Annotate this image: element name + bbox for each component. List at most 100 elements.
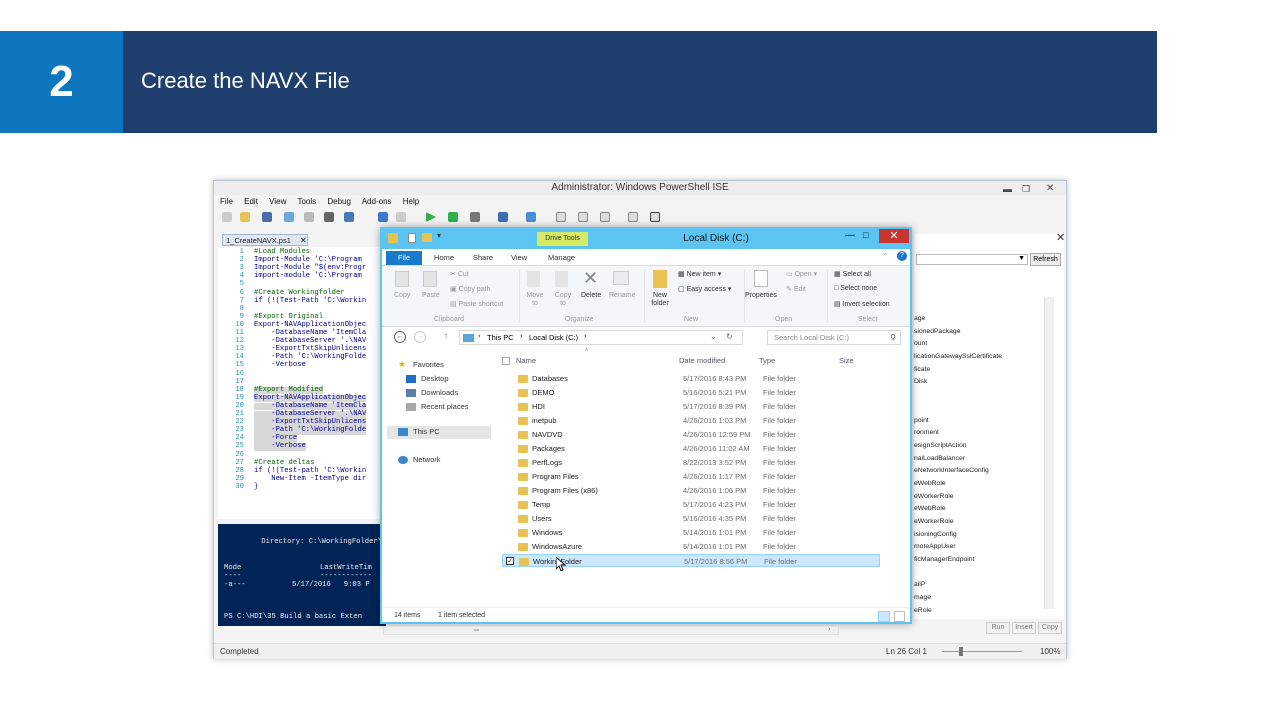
paste-button[interactable]: Paste [422,292,440,299]
file-row[interactable]: inetpub 4/26/2016 1:03 PM File folder [502,414,880,427]
console-icon[interactable] [526,212,536,222]
address-bar[interactable]: › This PC › Local Disk (C:) › ⌄ ↻ [459,330,743,345]
file-row[interactable]: Windows 5/14/2016 1:01 PM File folder [502,526,880,539]
tab-manage[interactable]: Manage [548,253,575,262]
column-type[interactable]: Type [759,356,775,365]
tab-view[interactable]: View [511,253,527,262]
commands-scrollbar[interactable] [1044,297,1054,609]
command-item[interactable]: esignScriptAction [914,440,1002,453]
horizontal-scrollbar[interactable]: ═ › [383,626,839,635]
copy-button[interactable]: Copy [1038,622,1062,634]
column-size[interactable]: Size [839,356,854,365]
up-icon[interactable]: ↑ [444,331,448,340]
script-tab[interactable]: 1_CreateNAVX.ps1 ✕ [222,234,308,246]
large-icons-view-icon[interactable] [894,611,905,622]
copy-icon[interactable] [304,212,314,222]
nav-downloads[interactable]: Downloads [421,388,458,397]
collapse-ribbon-icon[interactable]: ⌃ [882,252,889,261]
easy-access-button[interactable]: ▢ Easy access ▾ [678,285,731,293]
copy-to-button[interactable]: Copy to [551,292,575,308]
command-item[interactable]: sionedPackage [914,326,1002,339]
console-pane[interactable]: Directory: C:\WorkingFolder\ Mode LastWr… [218,524,386,626]
forward-icon[interactable]: → [414,331,426,343]
command-item[interactable] [914,389,1002,402]
script-editor[interactable]: 1 #Load Modules 2 Import-Module 'C:\Program… [218,247,386,519]
command-item[interactable]: eWebRole [914,478,1002,491]
command-item[interactable]: eWorkerRole [914,516,1002,529]
file-row[interactable]: Users 5/16/2016 4:35 PM File folder [502,512,880,525]
file-row[interactable]: Program Files (x86) 4/26/2016 1:06 PM File… [502,484,880,497]
command-item[interactable]: ficManagerEndpoint [914,554,1002,567]
cut-icon[interactable] [284,212,294,222]
command-item[interactable]: Disk [914,376,1002,389]
address-dropdown-icon[interactable]: ⌄ [710,332,717,341]
file-row[interactable]: Program Files 4/26/2016 1:17 PM File folde… [502,470,880,483]
ise-minimize-button[interactable]: ▬ [1003,182,1012,196]
cut-button[interactable]: ✂ Cut [450,270,469,278]
menu-addons[interactable]: Add-ons [362,197,392,206]
save-icon[interactable] [262,212,272,222]
menu-tools[interactable]: Tools [297,197,316,206]
layout-max-icon[interactable] [600,212,610,222]
command-item[interactable]: ronment [914,427,1002,440]
command-item[interactable] [914,402,1002,415]
menu-debug[interactable]: Debug [327,197,351,206]
file-row[interactable]: HDI 5/17/2016 8:39 PM File folder [502,400,880,413]
nav-desktop[interactable]: Desktop [421,374,449,383]
module-select[interactable]: ▼ [916,254,1028,265]
menu-edit[interactable]: Edit [244,197,258,206]
delete-button[interactable]: Delete [581,292,601,299]
file-row[interactable]: DEMO 5/16/2016 5:21 PM File folder [502,386,880,399]
tab-file[interactable]: File [386,251,422,265]
layout-top-icon[interactable] [556,212,566,222]
close-tab-icon[interactable]: ✕ [300,235,307,246]
command-item[interactable]: ailP [914,579,1002,592]
explorer-maximize-button[interactable]: □ [863,230,868,240]
nav-favorites[interactable]: Favorites [413,360,444,369]
column-date-modified[interactable]: Date modified [679,356,725,365]
file-row[interactable]: Databases 5/17/2016 8:43 PM File folder [502,372,880,385]
breadcrumb-this-pc[interactable]: This PC [487,333,514,342]
copy-path-button[interactable]: ▣ Copy path [450,285,490,293]
search-input[interactable]: Search Local Disk (C:) ⚲ [767,330,901,345]
nav-network[interactable]: Network [413,455,441,464]
refresh-button[interactable]: Refresh [1030,253,1061,266]
command-item[interactable]: licationGatewaySslCertificate [914,351,1002,364]
menu-help[interactable]: Help [403,197,419,206]
commands-pane-icon[interactable] [650,212,660,222]
command-item[interactable]: age [914,313,1002,326]
properties-button[interactable]: Properties [745,292,777,299]
select-all-checkbox[interactable] [502,357,510,365]
row-checkbox[interactable]: ✓ [506,557,514,565]
file-row[interactable]: Temp 5/17/2016 4:23 PM File folder [502,498,880,511]
command-item[interactable]: eWebRole [914,503,1002,516]
file-row[interactable]: PerfLogs 8/22/2013 3:52 PM File folder [502,456,880,469]
command-item[interactable]: mage [914,592,1002,605]
remote-icon[interactable] [498,212,508,222]
command-item[interactable]: isioningConfig [914,529,1002,542]
run-icon[interactable] [426,212,436,222]
move-to-button[interactable]: Move to [523,292,547,308]
command-item[interactable]: eRole [914,605,1002,618]
run-script-icon-alt[interactable] [344,212,354,222]
invert-selection-button[interactable]: ▤ Invert selection [834,300,890,308]
command-item[interactable]: eWorkerRole [914,491,1002,504]
tab-home[interactable]: Home [434,253,454,262]
refresh-icon[interactable]: ↻ [726,332,733,341]
command-item[interactable]: eNetworkInterfaceConfig [914,465,1002,478]
undo-icon[interactable] [378,212,388,222]
scroll-right-icon[interactable]: › [828,626,830,633]
explorer-minimize-button[interactable]: — [845,230,855,241]
open-button[interactable]: ▭ Open ▾ [786,270,817,278]
nav-this-pc[interactable]: This PC [413,427,440,436]
commands-close-icon[interactable]: ✕ [1056,231,1065,244]
explorer-close-button[interactable]: ✕ [879,229,909,243]
insert-button[interactable]: Insert [1012,622,1036,634]
new-item-button[interactable]: ▦ New item ▾ [678,270,721,278]
file-row[interactable]: NAVDVD 4/26/2016 12:59 PM File folder [502,428,880,441]
ise-restore-button[interactable]: ❐ [1022,182,1030,196]
zoom-slider-thumb[interactable] [959,647,963,656]
open-file-icon[interactable] [240,212,250,222]
nav-recent-places[interactable]: Recent places [421,402,469,411]
menu-view[interactable]: View [269,197,286,206]
